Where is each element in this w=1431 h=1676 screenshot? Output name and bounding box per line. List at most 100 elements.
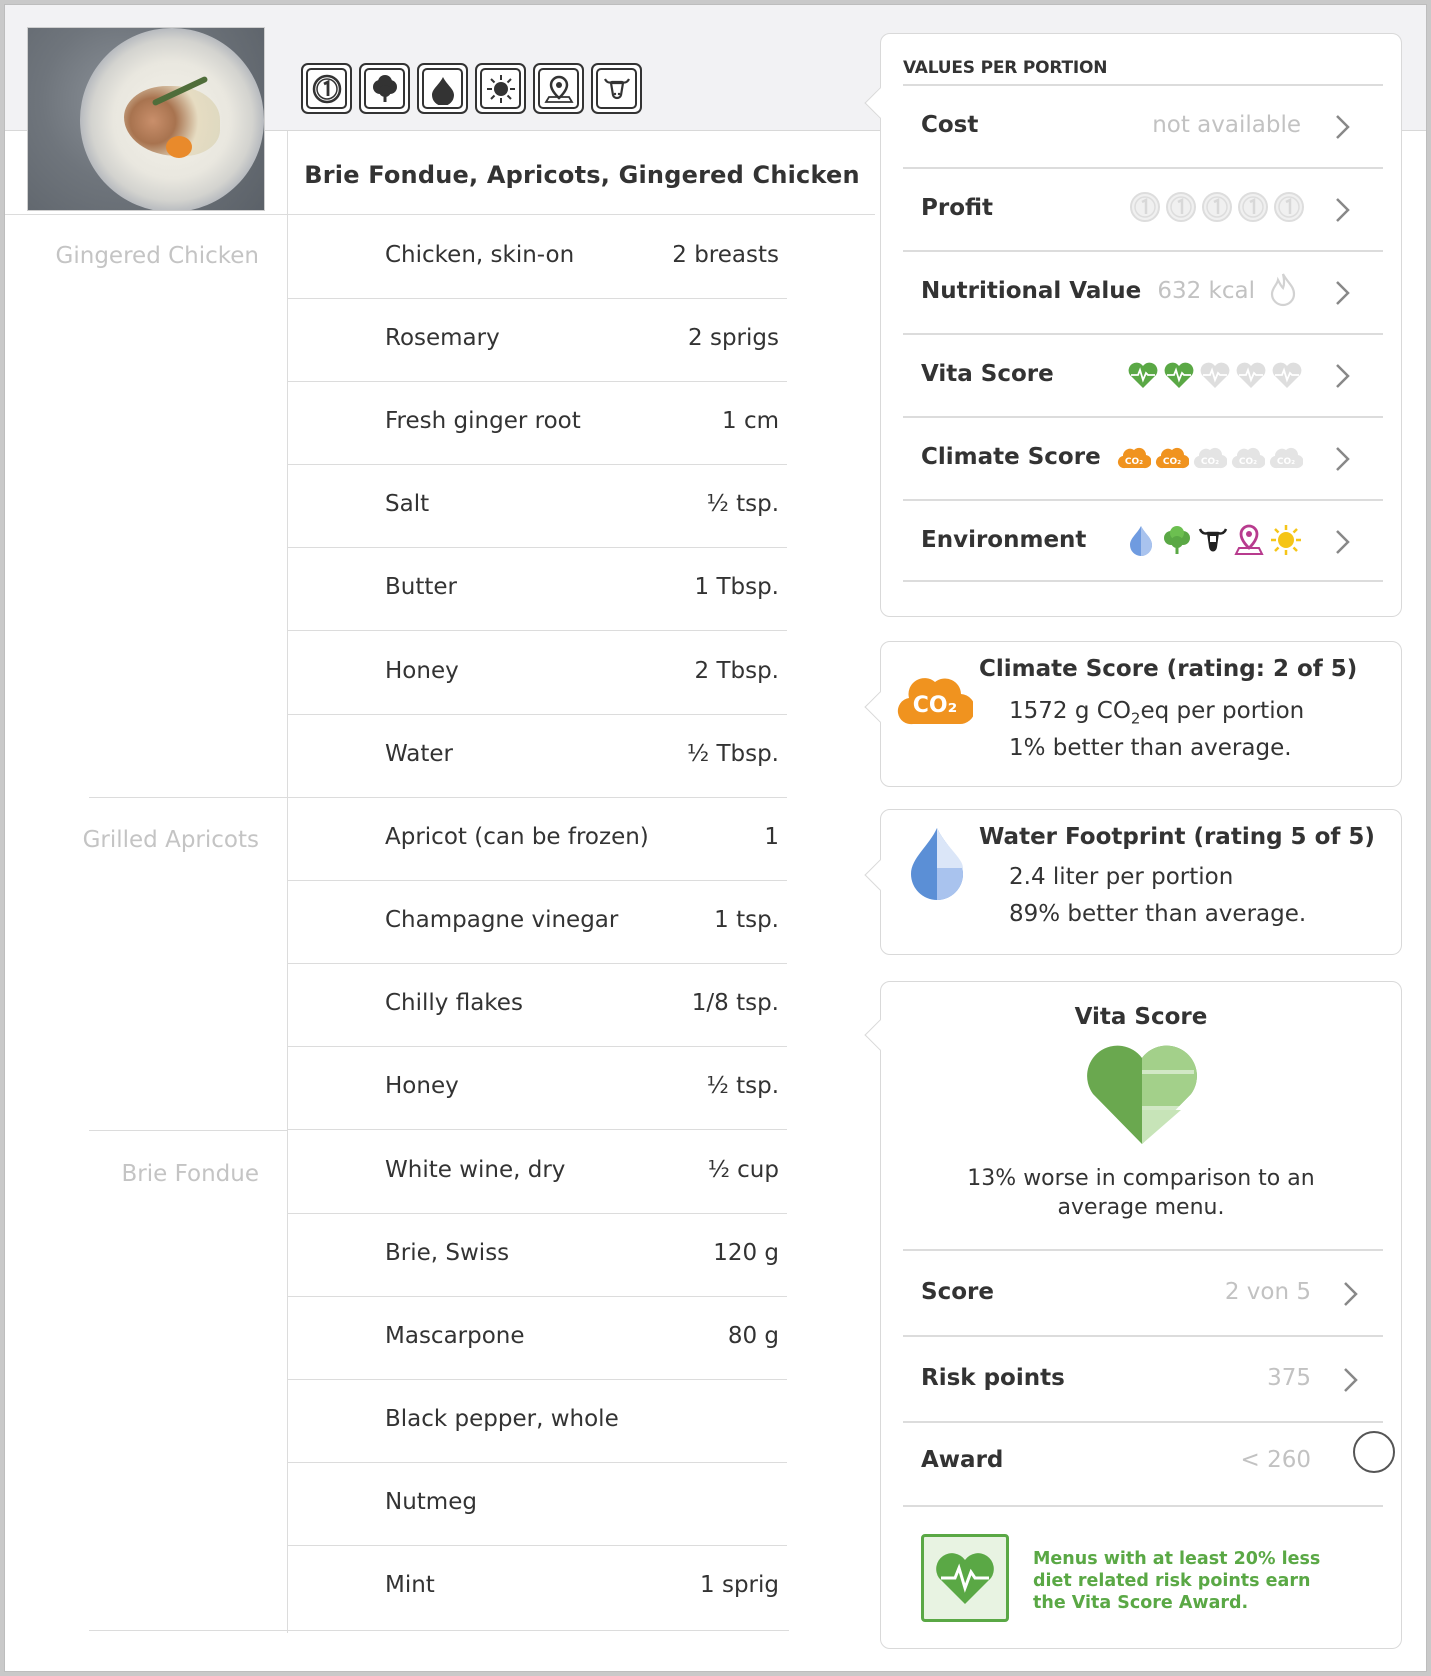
row-vita-score[interactable]: Vita Score [903, 333, 1383, 416]
svg-text:CO₂: CO₂ [1163, 457, 1181, 467]
water-drop-icon[interactable] [417, 63, 468, 114]
ingredient-row[interactable]: Salt ½ tsp. [287, 465, 787, 548]
kcal-value: 632 kcal [1157, 278, 1255, 304]
ingredient-row[interactable]: Champagne vinegar 1 tsp. [287, 881, 787, 964]
ingredient-row[interactable]: Mint 1 sprig [287, 1546, 787, 1629]
ingredient-row[interactable]: Butter 1 Tbsp. [287, 548, 787, 631]
ingredient-row[interactable]: Honey 2 Tbsp. [287, 632, 787, 715]
water-drop-icon [911, 828, 963, 900]
coin-icon [1166, 192, 1196, 222]
water-volume: 2.4 liter per portion [1009, 864, 1234, 890]
ingredient-name: Nutmeg [385, 1489, 477, 1515]
ingredient-name: Rosemary [385, 325, 500, 351]
values-per-portion-card: VALUES PER PORTION Cost not available Pr… [864, 33, 1402, 617]
ingredient-row[interactable]: Black pepper, whole [287, 1380, 787, 1463]
ingredient-row[interactable]: White wine, dry ½ cup [287, 1131, 787, 1214]
water-footprint-card[interactable]: Water Footprint (rating 5 of 5) 2.4 lite… [864, 809, 1402, 955]
heart-pulse-icon [1128, 362, 1158, 388]
row-climate-score[interactable]: Climate Score CO₂ CO₂ CO₂ CO₂ CO₂ [903, 416, 1383, 499]
score-value: 2 von 5 [1224, 1279, 1311, 1305]
ingredient-row[interactable]: Honey ½ tsp. [287, 1047, 787, 1130]
heart-pulse-icon [1236, 362, 1266, 388]
chevron-right-icon [1336, 530, 1350, 554]
ingredient-row[interactable]: Rosemary 2 sprigs [287, 299, 787, 382]
recipe-badges [301, 63, 642, 114]
cow-icon[interactable] [591, 63, 642, 114]
ingredient-quantity: ½ tsp. [706, 1073, 779, 1099]
ingredient-row[interactable]: Brie, Swiss 120 g [287, 1214, 787, 1297]
chevron-right-icon [1336, 115, 1350, 139]
row-award[interactable]: Award < 260 [903, 1421, 1383, 1507]
coin-icon [1130, 192, 1160, 222]
ingredient-row[interactable]: Nutmeg [287, 1463, 787, 1546]
tree-icon[interactable] [359, 63, 410, 114]
coin-icon [1238, 192, 1268, 222]
ingredient-row[interactable]: Mascarpone 80 g [287, 1297, 787, 1380]
ingredient-name: Chilly flakes [385, 990, 523, 1016]
ingredient-name: Mascarpone [385, 1323, 525, 1349]
climate-score-card[interactable]: CO₂ Climate Score (rating: 2 of 5) 1572 … [864, 641, 1402, 787]
recipe-photo[interactable] [27, 27, 265, 211]
ingredient-name: Butter [385, 574, 457, 600]
sun-icon[interactable] [475, 63, 526, 114]
ingredient-name: Black pepper, whole [385, 1406, 619, 1432]
location-pin-icon[interactable] [533, 63, 584, 114]
row-nutritional-value[interactable]: Nutritional Value 632 kcal [903, 250, 1383, 333]
ingredient-quantity: ½ cup [707, 1157, 779, 1183]
ingredient-name: Brie, Swiss [385, 1240, 510, 1266]
chevron-right-icon [1344, 1282, 1358, 1306]
group-label-gingered-chicken: Gingered Chicken [55, 243, 259, 269]
ingredient-row[interactable]: Water ½ Tbsp. [287, 715, 787, 798]
number-one-icon[interactable] [301, 63, 352, 114]
ingredient-name: White wine, dry [385, 1157, 566, 1183]
svg-text:CO₂: CO₂ [913, 693, 957, 718]
chevron-right-icon [1336, 281, 1350, 305]
row-profit[interactable]: Profit [903, 167, 1383, 250]
row-label: Score [921, 1279, 994, 1305]
ingredient-row[interactable]: Chilly flakes 1/8 tsp. [287, 964, 787, 1047]
divider [89, 1130, 287, 1131]
svg-text:CO₂: CO₂ [1239, 457, 1257, 467]
ingredient-name: Chicken, skin-on [385, 242, 575, 268]
chevron-right-icon [1336, 364, 1350, 388]
ingredient-quantity: 1 [764, 824, 779, 850]
chevron-right-icon [1344, 1368, 1358, 1392]
svg-text:CO₂: CO₂ [1125, 457, 1143, 467]
row-label: Risk points [921, 1365, 1065, 1391]
award-toggle[interactable] [1353, 1431, 1395, 1473]
row-score[interactable]: Score 2 von 5 [903, 1249, 1383, 1335]
plate-image [80, 28, 264, 210]
ingredient-row[interactable]: Fresh ginger root 1 cm [287, 382, 787, 465]
water-footprint-title: Water Footprint (rating 5 of 5) [979, 824, 1375, 850]
vita-score-title: Vita Score [1074, 1004, 1208, 1030]
heart-pulse-icon [1164, 362, 1194, 388]
values-per-portion-title: VALUES PER PORTION [903, 58, 1108, 78]
row-label: Environment [921, 527, 1087, 553]
heart-pulse-icon [936, 1553, 994, 1604]
row-cost[interactable]: Cost not available [903, 84, 1383, 167]
recipe-title: Brie Fondue, Apricots, Gingered Chicken [304, 161, 860, 189]
group-label-brie-fondue: Brie Fondue [121, 1161, 259, 1187]
vita-award-text: Menus with at least 20% less diet relate… [1033, 1549, 1321, 1613]
ingredient-quantity: 80 g [727, 1323, 779, 1349]
sun-icon [1271, 525, 1301, 555]
vita-award-badge [921, 1534, 1009, 1622]
ingredient-quantity: ½ tsp. [706, 491, 779, 517]
ingredient-quantity: 120 g [713, 1240, 779, 1266]
co2-cloud-icon: CO₂ [1117, 447, 1151, 469]
ingredient-row[interactable]: Chicken, skin-on 2 breasts [287, 216, 787, 299]
co2-cloud-icon: CO₂ [1269, 447, 1303, 469]
climate-score-title: Climate Score (rating: 2 of 5) [979, 656, 1358, 682]
ingredient-quantity: 2 breasts [672, 242, 779, 268]
row-risk-points[interactable]: Risk points 375 [903, 1335, 1383, 1421]
row-environment[interactable]: Environment [903, 499, 1383, 582]
co2-cloud-icon: CO₂ [1193, 447, 1227, 469]
profit-rating [1129, 191, 1305, 223]
co2-cloud-icon: CO₂ [897, 678, 973, 725]
coin-icon [1274, 192, 1304, 222]
ingredient-quantity: 1 cm [722, 408, 779, 434]
ingredient-row[interactable]: Apricot (can be frozen) 1 [287, 798, 787, 881]
coin-icon [1202, 192, 1232, 222]
ingredient-quantity: 1 Tbsp. [694, 574, 780, 600]
svg-text:CO₂: CO₂ [1277, 457, 1295, 467]
